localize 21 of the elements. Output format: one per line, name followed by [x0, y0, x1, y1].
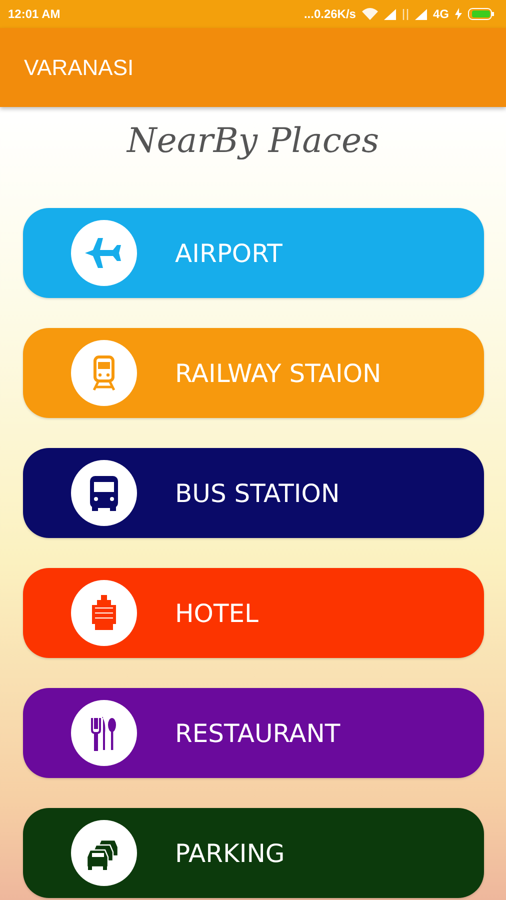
battery-icon	[468, 8, 494, 20]
place-button[interactable]: PARKING	[23, 808, 484, 898]
signal-icon	[384, 8, 396, 20]
train-icon	[71, 340, 137, 406]
place-button[interactable]: HOTEL	[23, 568, 484, 658]
page-heading: NearBy Places	[126, 121, 380, 163]
building-icon	[71, 580, 137, 646]
wifi-icon	[362, 8, 378, 20]
airplane-icon	[71, 220, 137, 286]
bus-icon	[71, 460, 137, 526]
data-arrows-icon	[402, 8, 409, 20]
signal-icon	[414, 8, 427, 20]
place-button[interactable]: BUS STATION	[23, 448, 484, 538]
clock-time: 12:01 AM	[8, 7, 60, 21]
place-button[interactable]: RESTAURANT	[23, 688, 484, 778]
network-type: 4G	[432, 7, 449, 21]
cutlery-icon	[71, 700, 137, 766]
network-speed: ...0.26K/s	[304, 7, 356, 21]
charging-icon	[455, 8, 462, 20]
app-title: VARANASI	[24, 54, 134, 80]
cars-icon	[71, 820, 137, 886]
